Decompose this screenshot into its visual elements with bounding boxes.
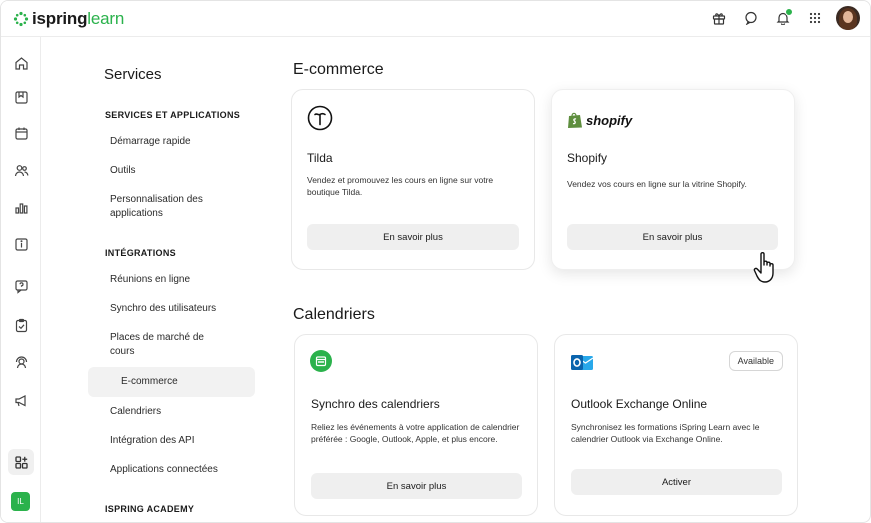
- tilda-title: Tilda: [307, 151, 333, 165]
- user-initials-badge[interactable]: IL: [11, 492, 30, 511]
- home-icon[interactable]: [12, 54, 30, 72]
- tilda-card: Tilda Vendez et promouvez les cours en l…: [291, 89, 535, 270]
- logo-text-bold: ispring: [32, 9, 88, 28]
- left-rail: IL: [1, 37, 41, 522]
- nav-item-online-meetings[interactable]: Réunions en ligne: [110, 273, 260, 287]
- ispring-learn-logo[interactable]: ispringlearn: [13, 9, 124, 29]
- tasks-icon[interactable]: [12, 316, 30, 334]
- news-icon[interactable]: [12, 235, 30, 253]
- nav-item-tools[interactable]: Outils: [110, 164, 260, 178]
- outlook-description: Synchronisez les formations iSpring Lear…: [571, 422, 760, 444]
- outlook-logo: [570, 352, 594, 374]
- app-window: ispringlearn IL Services SERVICES ET APP…: [0, 0, 871, 523]
- logo-text-light: learn: [87, 9, 125, 28]
- courses-icon[interactable]: [12, 88, 30, 106]
- shopify-description: Vendez vos cours en ligne sur la vitrine…: [567, 179, 747, 189]
- mentors-icon[interactable]: [12, 353, 30, 371]
- ispring-flower-icon: [13, 11, 29, 27]
- calendar-icon[interactable]: [12, 124, 30, 142]
- nav-item-calendars[interactable]: Calendriers: [110, 405, 260, 419]
- calendar-sync-learn-more-button[interactable]: En savoir plus: [311, 473, 522, 499]
- outlook-title: Outlook Exchange Online: [571, 397, 708, 411]
- nav-item-api-integration[interactable]: Intégration des API: [110, 434, 260, 448]
- nav-section-ispring-academy: ISPRING ACADEMY: [105, 504, 195, 514]
- available-badge: Available: [728, 351, 783, 371]
- calendar-sync-icon: [310, 350, 332, 372]
- notification-dot: [785, 8, 793, 16]
- top-bar: ispringlearn: [1, 1, 870, 37]
- shopify-title: Shopify: [567, 151, 608, 165]
- apps-grid-icon[interactable]: [804, 7, 826, 29]
- tilda-learn-more-button[interactable]: En savoir plus: [307, 224, 519, 250]
- gift-icon[interactable]: [708, 7, 730, 29]
- bell-icon[interactable]: [772, 7, 794, 29]
- tilda-logo: [307, 105, 333, 131]
- feedback-icon[interactable]: [12, 277, 30, 295]
- users-icon[interactable]: [12, 161, 30, 179]
- avatar[interactable]: [836, 6, 860, 30]
- shopify-wordmark: shopify: [586, 112, 633, 128]
- nav-section-integrations: INTÉGRATIONS: [105, 248, 176, 258]
- nav-item-connected-apps[interactable]: Applications connectées: [110, 463, 260, 477]
- nav-item-course-marketplaces[interactable]: Places de marché de cours: [110, 331, 225, 359]
- calendars-heading: Calendriers: [293, 306, 375, 323]
- calendar-sync-description: Reliez les événements à votre applicatio…: [311, 422, 520, 444]
- nav-item-app-customization[interactable]: Personnalisation des applications: [110, 193, 240, 221]
- nav-item-user-sync[interactable]: Synchro des utilisateurs: [110, 302, 260, 316]
- services-icon[interactable]: [12, 453, 30, 471]
- chat-icon[interactable]: [740, 7, 762, 29]
- ecommerce-heading: E-commerce: [293, 61, 384, 78]
- nav-item-quick-start[interactable]: Démarrage rapide: [110, 135, 260, 149]
- shopify-logo: shopify: [567, 111, 632, 129]
- announcements-icon[interactable]: [12, 391, 30, 409]
- services-nav: Services SERVICES ET APPLICATIONS Démarr…: [42, 37, 277, 522]
- calendar-sync-title: Synchro des calendriers: [311, 397, 440, 411]
- hand-pointer-icon: [753, 251, 774, 283]
- shopify-bag-icon: [568, 112, 582, 128]
- tilda-description: Vendez et promouvez les cours en ligne s…: [307, 175, 494, 197]
- calendar-sync-card: Synchro des calendriers Reliez les événe…: [294, 334, 538, 516]
- outlook-activate-button[interactable]: Activer: [571, 469, 782, 495]
- reports-icon[interactable]: [12, 198, 30, 216]
- shopify-learn-more-button[interactable]: En savoir plus: [567, 224, 778, 250]
- nav-title: Services: [104, 66, 162, 83]
- nav-item-ecommerce[interactable]: E-commerce: [121, 375, 271, 389]
- shopify-card: shopify Shopify Vendez vos cours en lign…: [551, 89, 795, 270]
- outlook-card: Available Outlook Exchange Online Synchr…: [554, 334, 798, 516]
- nav-section-services: SERVICES ET APPLICATIONS: [105, 110, 241, 120]
